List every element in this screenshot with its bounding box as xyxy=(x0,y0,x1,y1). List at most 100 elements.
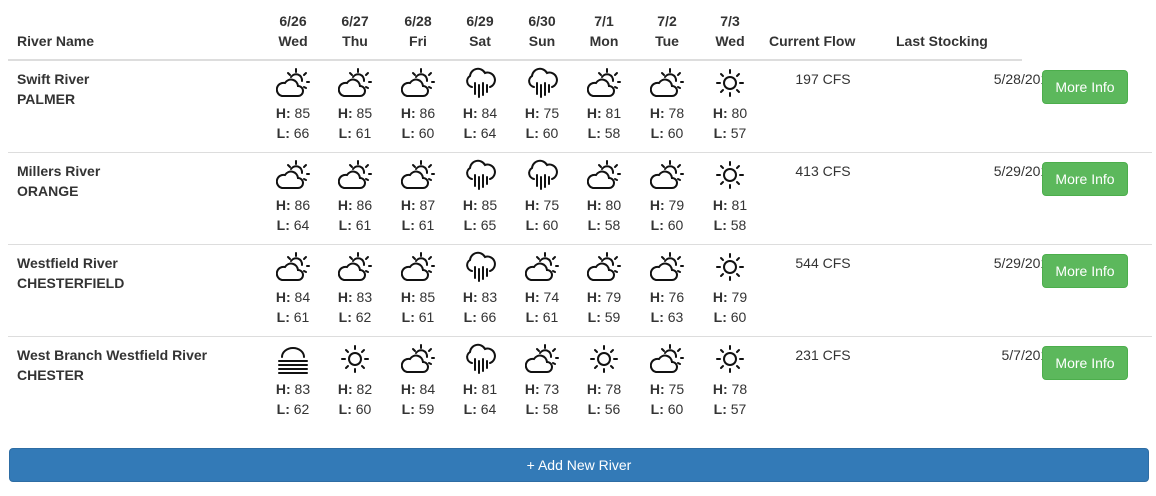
rain-icon xyxy=(525,67,559,99)
temperature-block: H: 83 L: 62 xyxy=(263,379,323,419)
partly-cloudy-icon xyxy=(338,159,372,191)
sunny-icon xyxy=(713,343,747,375)
high-value: 83 xyxy=(481,289,498,305)
high-label: H: xyxy=(337,381,353,397)
low-temp: L: 65 xyxy=(450,215,510,235)
forecast-cell: H: 87 L: 61 xyxy=(388,159,448,235)
high-label: H: xyxy=(462,381,478,397)
high-label: H: xyxy=(586,381,602,397)
partly-cloudy-icon xyxy=(650,159,684,191)
day-header-date: 6/26 xyxy=(279,13,307,29)
temperature-block: H: 75 L: 60 xyxy=(637,379,697,419)
more-info-button[interactable]: More Info xyxy=(1042,70,1128,104)
partly-cloudy-icon xyxy=(650,67,684,99)
high-label: H: xyxy=(337,197,353,213)
table-row: Swift River PALMER H: 85 L: 66 H: 85 L: 61 H: … xyxy=(8,61,1152,153)
high-label: H: xyxy=(649,105,665,121)
day-header-date: 7/3 xyxy=(720,13,740,29)
forecast-cell: H: 84 L: 61 xyxy=(263,251,323,327)
low-temp: L: 66 xyxy=(450,307,510,327)
high-value: 73 xyxy=(543,381,560,397)
high-value: 81 xyxy=(731,197,748,213)
low-label: L: xyxy=(650,125,664,141)
forecast-cell: H: 84 L: 64 xyxy=(450,67,510,143)
temperature-block: H: 85 L: 61 xyxy=(325,103,385,143)
low-value: 57 xyxy=(730,401,747,417)
low-temp: L: 57 xyxy=(700,399,760,419)
forecast-cell: H: 81 L: 58 xyxy=(574,67,634,143)
low-temp: L: 61 xyxy=(512,307,572,327)
high-label: H: xyxy=(649,197,665,213)
high-value: 84 xyxy=(481,105,498,121)
forecast-cell: H: 86 L: 60 xyxy=(388,67,448,143)
low-temp: L: 60 xyxy=(512,215,572,235)
low-temp: L: 61 xyxy=(388,215,448,235)
day-header-weekday: Wed xyxy=(278,33,308,49)
temperature-block: H: 87 L: 61 xyxy=(388,195,448,235)
low-label: L: xyxy=(587,217,601,233)
more-info-button[interactable]: More Info xyxy=(1042,254,1128,288)
high-label: H: xyxy=(712,105,728,121)
day-header-date: 6/30 xyxy=(528,13,556,29)
partly-cloudy-icon xyxy=(401,67,435,99)
more-info-button[interactable]: More Info xyxy=(1042,162,1128,196)
partly-cloudy-icon xyxy=(650,343,684,375)
high-temp: H: 78 xyxy=(700,379,760,399)
high-temp: H: 85 xyxy=(388,287,448,307)
low-temp: L: 60 xyxy=(325,399,385,419)
low-value: 59 xyxy=(418,401,435,417)
high-temp: H: 80 xyxy=(700,103,760,123)
river-name: Swift River xyxy=(17,71,90,87)
high-label: H: xyxy=(462,197,478,213)
partly-cloudy-icon xyxy=(587,67,621,99)
low-label: L: xyxy=(525,401,539,417)
high-label: H: xyxy=(462,289,478,305)
rain-icon xyxy=(525,159,559,191)
forecast-cell: H: 85 L: 61 xyxy=(388,251,448,327)
low-value: 58 xyxy=(604,125,621,141)
low-temp: L: 61 xyxy=(388,307,448,327)
low-label: L: xyxy=(401,401,415,417)
high-value: 84 xyxy=(294,289,311,305)
river-name: Millers River xyxy=(17,163,101,179)
low-temp: L: 62 xyxy=(325,307,385,327)
day-header-weekday: Fri xyxy=(409,33,427,49)
forecast-cell: H: 86 L: 61 xyxy=(325,159,385,235)
day-header-weekday: Mon xyxy=(589,33,619,49)
last-stocking-value: 5/29/2019 xyxy=(993,163,1056,179)
high-temp: H: 79 xyxy=(637,195,697,215)
high-label: H: xyxy=(524,381,540,397)
low-label: L: xyxy=(401,309,415,325)
high-temp: H: 86 xyxy=(388,103,448,123)
low-value: 60 xyxy=(667,125,684,141)
high-temp: H: 75 xyxy=(637,379,697,399)
high-temp: H: 86 xyxy=(325,195,385,215)
high-value: 85 xyxy=(481,197,498,213)
high-value: 84 xyxy=(419,381,436,397)
rain-icon xyxy=(463,251,497,283)
high-label: H: xyxy=(524,197,540,213)
low-value: 64 xyxy=(480,125,497,141)
temperature-block: H: 80 L: 58 xyxy=(574,195,634,235)
high-value: 81 xyxy=(481,381,498,397)
add-new-river-button[interactable]: + Add New River xyxy=(9,448,1149,482)
low-label: L: xyxy=(463,125,477,141)
low-temp: L: 62 xyxy=(263,399,323,419)
temperature-block: H: 75 L: 60 xyxy=(512,195,572,235)
low-value: 60 xyxy=(667,217,684,233)
forecast-cell: H: 82 L: 60 xyxy=(325,343,385,419)
high-temp: H: 80 xyxy=(574,195,634,215)
forecast-cell: H: 85 L: 66 xyxy=(263,67,323,143)
high-value: 79 xyxy=(668,197,685,213)
temperature-block: H: 82 L: 60 xyxy=(325,379,385,419)
low-temp: L: 60 xyxy=(512,123,572,143)
low-value: 60 xyxy=(667,401,684,417)
more-info-button[interactable]: More Info xyxy=(1042,346,1128,380)
high-temp: H: 87 xyxy=(388,195,448,215)
forecast-cell: H: 80 L: 58 xyxy=(574,159,634,235)
low-temp: L: 64 xyxy=(263,215,323,235)
low-temp: L: 58 xyxy=(574,215,634,235)
low-label: L: xyxy=(525,309,539,325)
column-header-river-name: River Name xyxy=(17,33,95,49)
high-temp: H: 83 xyxy=(325,287,385,307)
